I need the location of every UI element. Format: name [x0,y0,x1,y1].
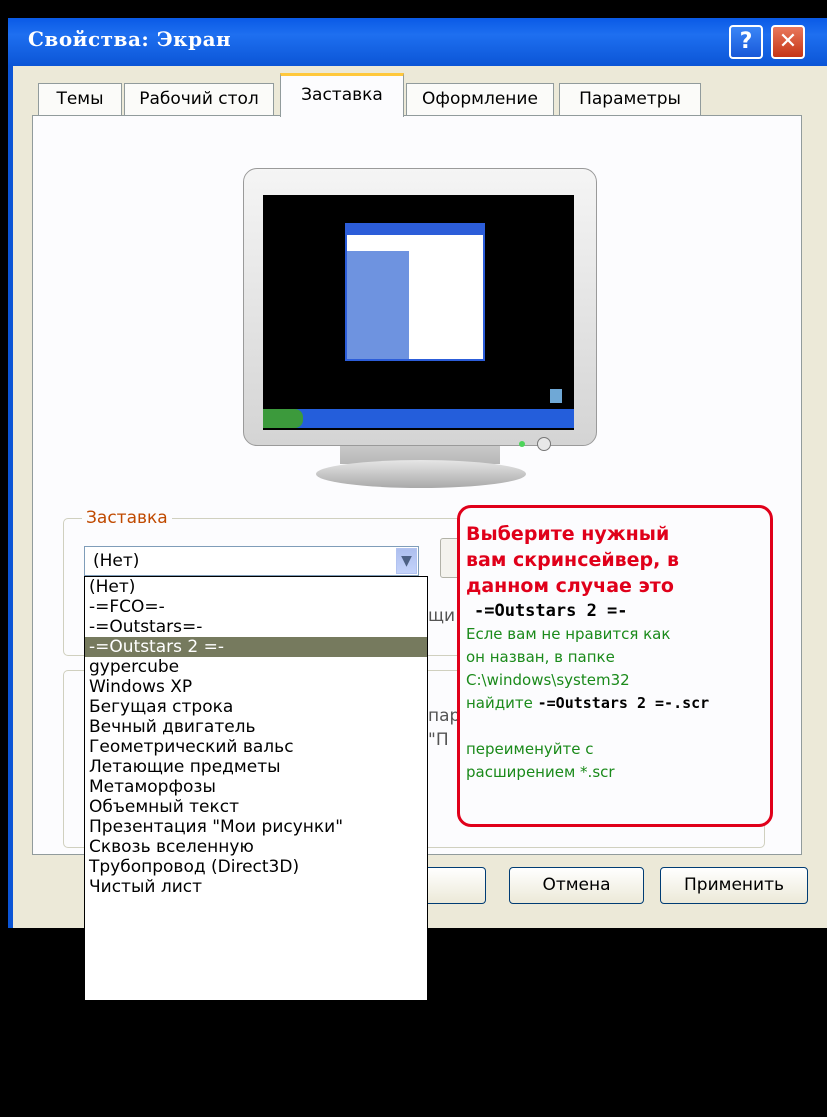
monitor-base [316,460,526,488]
tab-screensaver[interactable]: Заставка [280,73,404,117]
dropdown-option[interactable]: (Нет) [85,577,427,597]
cancel-button[interactable]: Отмена [509,867,644,904]
power-led-icon [519,441,525,447]
callout-note: он назван, в папке [466,648,615,666]
callout-note: найдите -=Outstars 2 =-.scr [466,692,770,715]
callout-note: переименуйте с [466,740,594,758]
dropdown-option[interactable]: Трубопровод (Direct3D) [85,857,427,877]
dropdown-option[interactable]: -=Outstars=- [85,617,427,637]
window-title: Свойства: Экран [28,27,232,51]
preview-taskbar [263,409,574,428]
obscured-text: щи [428,606,456,626]
tab-settings[interactable]: Параметры [559,83,701,115]
dropdown-option[interactable]: Летающие предметы [85,757,427,777]
callout-file-name: -=Outstars 2 =-.scr [537,694,710,712]
apply-button[interactable]: Применить [660,867,808,904]
callout-heading: вам скринсейвер, в [466,549,680,571]
dropdown-option[interactable]: Объемный текст [85,797,427,817]
tab-themes[interactable]: Темы [38,83,122,115]
dropdown-option[interactable]: Windows XP [85,677,427,697]
screensaver-select[interactable]: (Нет) [84,546,419,576]
preview-window [345,223,485,361]
chevron-down-icon[interactable]: ▼ [396,548,417,574]
obscured-text: "П [428,730,449,750]
dropdown-option[interactable]: gypercube [85,657,427,677]
dropdown-option[interactable]: Бегущая строка [85,697,427,717]
power-button-icon [537,437,551,451]
dropdown-option[interactable]: Метаморфозы [85,777,427,797]
callout-note: расширением *.scr [466,763,615,781]
tab-desktop[interactable]: Рабочий стол [124,83,274,115]
annotation-callout: Выберите нужный вам скринсейвер, в данно… [457,505,773,827]
preview-window-sidebar [347,251,409,359]
close-icon[interactable]: ✕ [771,25,805,59]
dropdown-option[interactable]: Чистый лист [85,877,427,897]
dropdown-option[interactable]: Сквозь вселенную [85,837,427,857]
dropdown-option[interactable]: -=FCO=- [85,597,427,617]
callout-note: Есле вам не нравится как [466,625,671,643]
screensaver-group-label: Заставка [82,508,172,528]
dropdown-option-selected[interactable]: -=Outstars 2 =- [85,637,427,657]
preview-window-titlebar [347,225,483,235]
screensaver-dropdown-list[interactable]: (Нет) -=FCO=- -=Outstars=- -=Outstars 2 … [84,576,428,1001]
callout-heading: Выберите нужный [466,523,670,545]
window-border [8,66,13,928]
recycle-bin-icon [550,389,562,403]
dropdown-option[interactable]: Вечный двигатель [85,717,427,737]
help-icon[interactable]: ? [729,25,763,59]
title-bar[interactable]: Свойства: Экран ? ✕ [8,18,827,66]
dropdown-option[interactable]: Геометрический вальс [85,737,427,757]
callout-screensaver-name: -=Outstars 2 =- [474,601,628,621]
callout-heading: данном случае это [466,575,674,597]
ok-button[interactable] [428,867,486,904]
obscured-text: пар [428,706,461,726]
dropdown-option[interactable]: Презентация "Мои рисунки" [85,817,427,837]
tab-appearance[interactable]: Оформление [406,83,554,115]
callout-spacer [466,715,770,738]
callout-note: C:\windows\system32 [466,671,630,689]
callout-note-prefix: найдите [466,694,538,712]
preview-start-button [263,409,303,428]
